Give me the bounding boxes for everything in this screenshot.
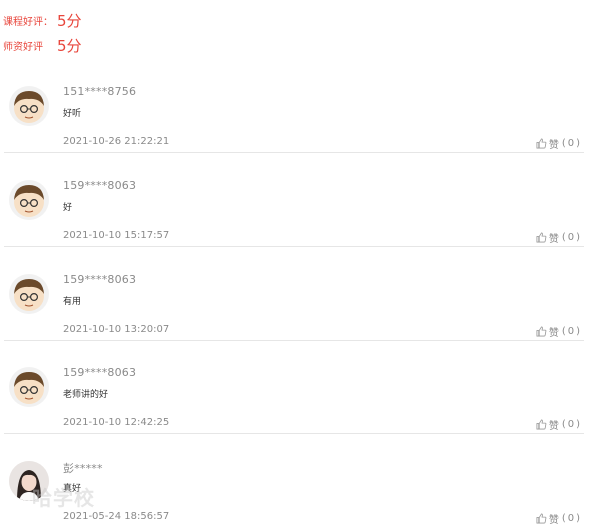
- watermark-logo: 哈学校: [32, 488, 95, 510]
- cartoon-boy-icon: [14, 279, 44, 311]
- comment-text: 好听: [63, 109, 82, 119]
- like-button[interactable]: 赞 ( 0 ): [536, 417, 580, 432]
- comment-text: 老师讲的好: [63, 390, 109, 400]
- like-paren-close: ): [576, 138, 580, 149]
- thumbs-up-icon: [536, 513, 547, 524]
- comment-user: 159****8063: [63, 273, 137, 286]
- comment-time: 2021-10-10 12:42:25: [63, 417, 170, 428]
- comment-user: 159****8063: [63, 366, 137, 379]
- list-item: 151****8756 好听 2021-10-26 21:22:21 赞 ( 0…: [4, 80, 584, 174]
- divider: [4, 246, 584, 247]
- thumbs-up-icon: [536, 138, 547, 149]
- thumbs-up-icon: [536, 419, 547, 430]
- cartoon-boy-icon: [14, 91, 44, 123]
- divider: [4, 152, 584, 153]
- reviews-page: 课程好评： 5分 师资好评 5分 151****8756 好听 2021-10-…: [0, 0, 600, 526]
- avatar[interactable]: [9, 180, 49, 220]
- like-count: 0: [567, 513, 575, 524]
- like-paren-close: ): [576, 513, 580, 524]
- like-paren-close: ): [576, 419, 580, 430]
- like-label: 赞: [548, 140, 559, 151]
- like-paren-open: (: [561, 419, 566, 430]
- like-paren-open: (: [561, 138, 566, 149]
- like-count: 0: [567, 232, 575, 243]
- comment-user: 159****8063: [63, 179, 137, 192]
- rating-course-score: 5分: [57, 12, 82, 30]
- divider: [4, 340, 584, 341]
- list-item: 159****8063 老师讲的好 2021-10-10 12:42:25 赞 …: [4, 361, 584, 455]
- like-count: 0: [567, 326, 575, 337]
- like-paren-close: ): [576, 326, 580, 337]
- rating-teacher-score: 5分: [57, 37, 82, 55]
- comment-text: 有用: [63, 297, 82, 307]
- rating-summary: 课程好评： 5分 师资好评 5分: [3, 8, 82, 58]
- divider: [4, 433, 584, 434]
- rating-course-label: 课程好评：: [3, 17, 53, 28]
- avatar[interactable]: [9, 367, 49, 407]
- list-item: 159****8063 好 2021-10-10 15:17:57 赞 ( 0 …: [4, 174, 584, 268]
- like-label: 赞: [548, 328, 559, 339]
- like-count: 0: [567, 419, 575, 430]
- rating-teacher: 师资好评 5分: [3, 33, 82, 58]
- like-paren-open: (: [561, 326, 566, 337]
- like-button[interactable]: 赞 ( 0 ): [536, 511, 580, 526]
- thumbs-up-icon: [536, 232, 547, 243]
- comment-time: 2021-05-24 18:56:57: [63, 511, 170, 522]
- like-count: 0: [567, 138, 575, 149]
- avatar[interactable]: [9, 86, 49, 126]
- like-label: 赞: [548, 515, 559, 526]
- comment-text: 好: [63, 203, 73, 213]
- like-button[interactable]: 赞 ( 0 ): [536, 324, 580, 339]
- rating-course: 课程好评： 5分: [3, 8, 82, 33]
- thumbs-up-icon: [536, 326, 547, 337]
- comment-time: 2021-10-10 13:20:07: [63, 324, 170, 335]
- like-label: 赞: [548, 421, 559, 432]
- comment-time: 2021-10-10 15:17:57: [63, 230, 170, 241]
- list-item: 159****8063 有用 2021-10-10 13:20:07 赞 ( 0…: [4, 268, 584, 362]
- like-paren-open: (: [561, 513, 566, 524]
- comment-user: 151****8756: [63, 85, 137, 98]
- rating-teacher-label: 师资好评: [3, 42, 43, 53]
- comment-time: 2021-10-26 21:22:21: [63, 136, 170, 147]
- cartoon-boy-icon: [14, 185, 44, 217]
- like-paren-open: (: [561, 232, 566, 243]
- like-button[interactable]: 赞 ( 0 ): [536, 230, 580, 245]
- avatar[interactable]: [9, 274, 49, 314]
- comment-user: 彭*****: [63, 462, 103, 475]
- like-paren-close: ): [576, 232, 580, 243]
- like-label: 赞: [548, 234, 559, 245]
- cartoon-boy-icon: [14, 372, 44, 404]
- like-button[interactable]: 赞 ( 0 ): [536, 136, 580, 151]
